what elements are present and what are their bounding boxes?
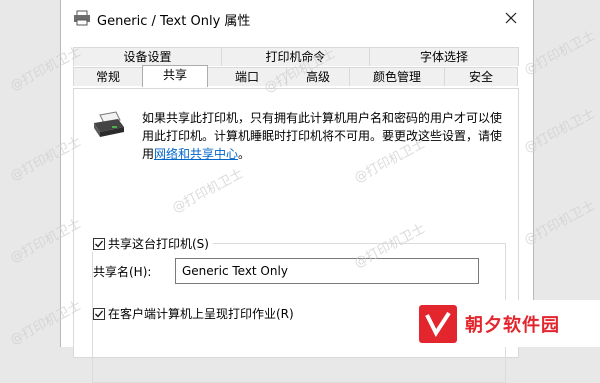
close-button[interactable]	[489, 0, 533, 36]
window-title: Generic / Text Only 属性	[97, 14, 251, 29]
description-suffix: 。	[238, 147, 251, 161]
tab-strip: 设备设置 打印机命令 字体选择 常规 共享 端口 高级 颜色管理 安全	[73, 45, 519, 89]
tab-security[interactable]: 安全	[444, 67, 518, 86]
printer-icon	[94, 111, 124, 137]
share-name-input[interactable]: Generic Text Only	[175, 258, 479, 284]
title-bar[interactable]: Generic / Text Only 属性	[61, 0, 533, 36]
tab-row-top: 设备设置 打印机命令 字体选择	[73, 47, 519, 66]
network-sharing-center-link[interactable]: 网络和共享中心	[154, 147, 238, 161]
printer-icon	[74, 10, 90, 26]
render-jobs-checkbox[interactable]	[93, 307, 105, 320]
printer-properties-dialog: Generic / Text Only 属性 设备设置 打印机命令 字体选择 常…	[60, 0, 534, 383]
render-jobs-label: 在客户端计算机上呈现打印作业(R)	[108, 307, 294, 321]
brand-name: 朝夕软件园	[465, 314, 560, 336]
brand-logo-icon	[419, 304, 457, 343]
tab-device-settings[interactable]: 设备设置	[73, 47, 222, 66]
tab-color-management[interactable]: 颜色管理	[349, 67, 445, 86]
tab-ports[interactable]: 端口	[207, 67, 287, 86]
tab-printer-commands[interactable]: 打印机命令	[221, 47, 370, 66]
tab-sharing[interactable]: 共享	[142, 65, 208, 87]
share-printer-option[interactable]: 共享这台打印机(S)	[89, 235, 213, 252]
tab-font-selection[interactable]: 字体选择	[369, 47, 519, 66]
share-printer-checkbox[interactable]	[93, 237, 105, 250]
checkmark-icon	[95, 310, 104, 317]
share-printer-label: 共享这台打印机(S)	[108, 237, 209, 251]
checkmark-icon	[95, 240, 104, 247]
sharing-description: 如果共享此打印机，只有拥有此计算机用户名和密码的用户才可以使用此打印机。计算机睡…	[142, 109, 504, 163]
tab-general[interactable]: 常规	[73, 67, 143, 86]
render-jobs-option[interactable]: 在客户端计算机上呈现打印作业(R)	[93, 305, 298, 322]
brand-watermark: 朝夕软件园	[415, 300, 600, 347]
tab-row-bottom: 常规 共享 端口 高级 颜色管理 安全	[73, 65, 519, 87]
share-name-label: 共享名(H):	[93, 265, 152, 279]
close-icon	[505, 12, 517, 24]
tab-advanced[interactable]: 高级	[286, 67, 350, 86]
